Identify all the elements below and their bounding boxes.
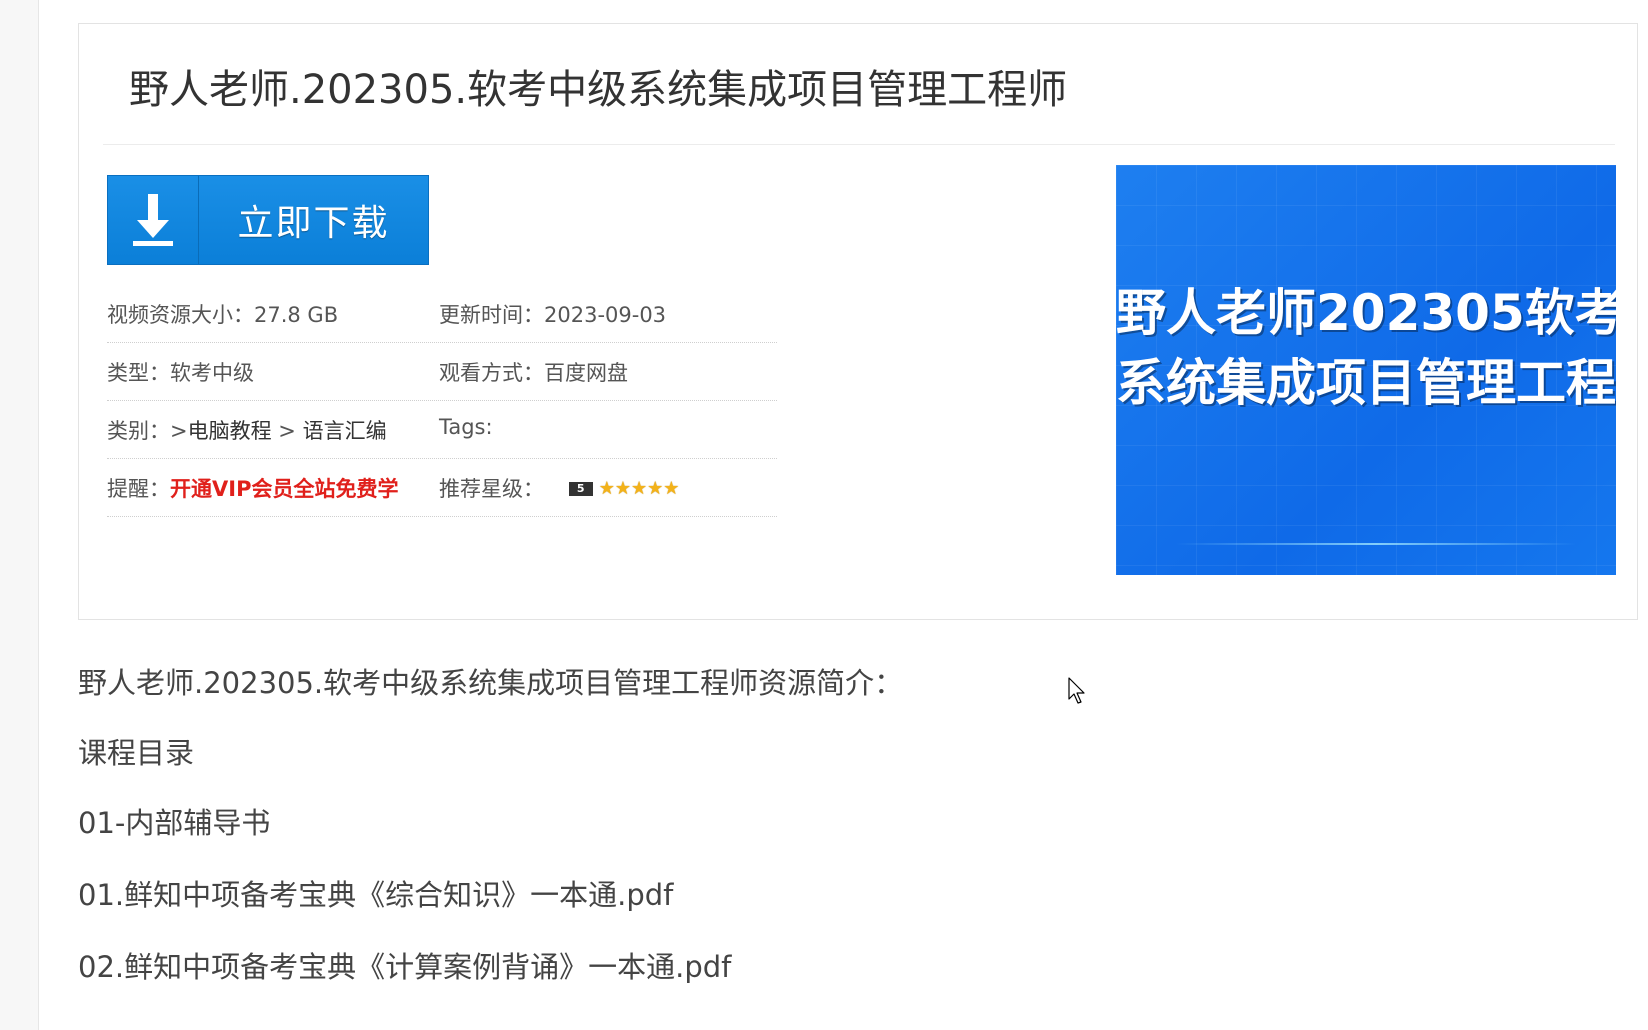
tags-label: Tags: — [439, 415, 493, 439]
vip-link[interactable]: 开通VIP会员全站免费学 — [170, 477, 398, 501]
toc-file-item: 01.鲜知中项备考宝典《综合知识》一本通.pdf — [78, 878, 674, 912]
toc-section: 01-内部辅导书 — [78, 806, 271, 840]
description-intro: 野人老师.202305.软考中级系统集成项目管理工程师资源简介： — [78, 666, 904, 700]
star-icon: ★ — [598, 478, 615, 499]
download-button[interactable]: 立即下载 — [107, 175, 429, 265]
star-rating: 5 ★ ★ ★ ★ ★ — [568, 478, 680, 499]
star-icon: ★ — [663, 478, 680, 499]
size-label: 视频资源大小： — [107, 303, 254, 327]
rating-label: 推荐星级： — [439, 477, 544, 501]
category-link-language[interactable]: 语言汇编 — [303, 419, 387, 443]
category-separator: > — [170, 419, 188, 443]
type-label: 类型： — [107, 361, 170, 385]
resource-meta: 视频资源大小：27.8 GB 更新时间：2023-09-03 类型：软考中级 观… — [107, 285, 777, 517]
updated-value: 2023-09-03 — [544, 303, 667, 327]
page-title: 野人老师.202305.软考中级系统集成项目管理工程师 — [129, 67, 1068, 113]
toc-file-item: 02.鲜知中项备考宝典《计算案例背诵》一本通.pdf — [78, 950, 732, 984]
meta-row-size: 视频资源大小：27.8 GB 更新时间：2023-09-03 — [107, 285, 777, 343]
meta-row-reminder: 提醒：开通VIP会员全站免费学 推荐星级： 5 ★ ★ ★ ★ ★ — [107, 459, 777, 517]
reminder-label: 提醒： — [107, 477, 170, 501]
download-button-label: 立即下载 — [237, 203, 390, 244]
meta-row-type: 类型：软考中级 观看方式：百度网盘 — [107, 343, 777, 401]
resource-card: 野人老师.202305.软考中级系统集成项目管理工程师 立即下载 视频资源大小：… — [78, 23, 1638, 620]
watch-value: 百度网盘 — [544, 361, 628, 385]
cover-image: 野人老师202305软考中级 系统集成项目管理工程师 — [1116, 165, 1616, 575]
download-arrow-icon — [108, 176, 199, 264]
left-gutter — [0, 0, 39, 1030]
star-icon: ★ — [614, 478, 631, 499]
category-link-computer[interactable]: 电脑教程 — [188, 419, 272, 443]
category-separator: > — [278, 419, 296, 443]
star-icon: ★ — [630, 478, 648, 499]
cover-title-line1: 野人老师202305软考中级 — [1116, 284, 1616, 342]
meta-row-category: 类别：>电脑教程 > 语言汇编 Tags: — [107, 401, 777, 459]
title-divider — [103, 144, 1615, 145]
rating-badge: 5 — [568, 482, 593, 496]
cover-title-line2: 系统集成项目管理工程师 — [1116, 354, 1616, 412]
type-value: 软考中级 — [170, 361, 254, 385]
toc-heading: 课程目录 — [78, 736, 195, 770]
size-value: 27.8 GB — [254, 303, 339, 327]
watch-label: 观看方式： — [439, 361, 544, 385]
star-icon: ★ — [647, 478, 664, 499]
updated-label: 更新时间： — [439, 303, 544, 327]
category-label: 类别： — [107, 419, 170, 443]
mouse-cursor-icon — [1068, 677, 1088, 709]
